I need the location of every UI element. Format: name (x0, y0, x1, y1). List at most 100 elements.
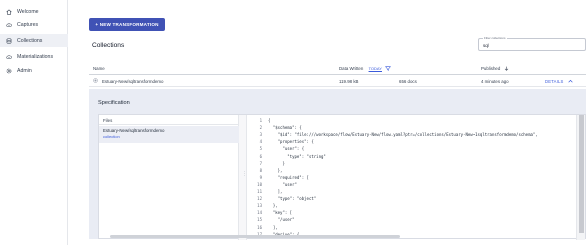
code-line: 14 "key": [ (248, 210, 578, 216)
code-text: "properties": { (268, 139, 314, 145)
code-line: 5 "user": { (248, 146, 578, 152)
published-label: Published (481, 66, 501, 71)
sidebar-item-label: Captures (17, 21, 39, 28)
gear-icon (6, 68, 12, 74)
line-number: 8 (259, 167, 262, 173)
code-line: 12 "type": "object" (248, 196, 578, 202)
details-button[interactable]: DETAILS (545, 79, 573, 84)
table-header: Name Data Written TODAY Published (89, 61, 586, 75)
details-panel: Specification Files Estuary-New/sqltrans… (89, 89, 586, 240)
filter-icon[interactable] (383, 66, 392, 71)
code-editor[interactable]: 1{2 "$schema": {3 "$id": "file:///worksp… (248, 115, 578, 240)
line-number: 7 (259, 160, 262, 166)
line-number: 11 (257, 189, 262, 194)
code-line: 8 }, (248, 168, 578, 174)
row-docs: 656 docs (399, 79, 417, 84)
chevron-up-icon (565, 79, 573, 84)
sidebar-item-captures[interactable]: Captures (0, 18, 68, 31)
code-line: 1{ (248, 118, 578, 124)
line-number: 13 (257, 203, 262, 209)
line-number: 1 (259, 118, 262, 123)
details-label: DETAILS (545, 79, 564, 84)
code-text: "$schema": { (268, 125, 302, 131)
specification-title: Specification (98, 100, 130, 106)
code-line: 2 "$schema": { (248, 125, 578, 131)
line-number: 14 (257, 210, 262, 216)
code-text: { (268, 118, 271, 123)
line-number: 16 (257, 224, 262, 230)
cloud-download-icon (6, 54, 12, 60)
code-line: 15 "/user" (248, 217, 578, 223)
horizontal-scrollbar[interactable] (110, 235, 400, 238)
row-data-written: 119.98 kB (339, 79, 359, 84)
sidebar-item-label: Collections (17, 37, 43, 44)
sidebar-item-collections[interactable]: Collections (0, 34, 68, 47)
code-text: "type": "string" (268, 153, 326, 159)
column-header-published[interactable]: Published (481, 66, 509, 71)
pane-splitter[interactable]: ⋮ (239, 115, 247, 240)
sidebar-item-label: Welcome (17, 8, 39, 15)
line-number: 3 (259, 132, 262, 138)
page-title: Collections (92, 42, 125, 49)
sidebar-item-label: Admin (17, 67, 32, 74)
file-name: Estuary-New/sqltransformdemo (103, 128, 165, 133)
drag-handle-icon[interactable]: ⋮ (242, 171, 247, 177)
table-row[interactable]: Estuary-New/sqltransformdemo 119.98 kB 6… (89, 76, 586, 87)
line-number: 6 (259, 153, 262, 159)
code-line: 13 }, (248, 203, 578, 209)
database-icon (6, 37, 12, 44)
file-type: collection (103, 134, 120, 139)
code-text: "type": "object" (268, 196, 317, 202)
row-name: Estuary-New/sqltransformdemo (102, 79, 164, 84)
code-text: "key": [ (268, 210, 293, 216)
filter-label: Filter collections (483, 36, 507, 40)
column-header-data-written: Data Written TODAY (339, 66, 392, 71)
line-number: 10 (257, 181, 262, 187)
code-text: }, (268, 167, 283, 173)
line-number: 2 (259, 125, 262, 131)
cloud-upload-icon (6, 22, 12, 28)
code-text: ], (268, 189, 283, 194)
code-line: 3 "$id": "file:///workspace/flow/Estuary… (248, 132, 578, 138)
sidebar-item-admin[interactable]: Admin (0, 64, 68, 77)
today-link[interactable]: TODAY (369, 66, 382, 71)
scrollbar-thumb[interactable] (579, 115, 584, 233)
filter-collections-field[interactable]: Filter collections sql (478, 36, 586, 51)
code-line: 7 } (248, 161, 578, 167)
line-number: 4 (259, 139, 262, 145)
arrow-down-icon (502, 66, 509, 71)
files-pane: Files Estuary-New/sqltransformdemo colle… (99, 115, 239, 240)
app-root: Welcome Captures Collections Materializa… (0, 0, 586, 245)
code-line: 6 "type": "string" (248, 154, 578, 160)
code-line: 4 "properties": { (248, 139, 578, 145)
code-line: 11 ], (248, 189, 578, 195)
code-text: "required": [ (268, 174, 309, 180)
status-dot-icon (93, 78, 98, 84)
main-content: + NEW TRANSFORMATION Collections Filter … (68, 0, 586, 245)
specification-card: Files Estuary-New/sqltransformdemo colle… (98, 114, 586, 240)
code-text: "$id": "file:///workspace/flow/Estuary-N… (268, 132, 538, 138)
code-text: } (268, 160, 285, 166)
code-line: 9 "required": [ (248, 175, 578, 181)
code-text: }, (268, 203, 278, 209)
code-text: ], (268, 224, 278, 230)
row-published: 4 minutes ago (481, 79, 509, 84)
column-header-name[interactable]: Name (93, 66, 105, 71)
file-list-item[interactable]: Estuary-New/sqltransformdemo collection (99, 126, 239, 143)
line-number: 9 (259, 174, 262, 180)
home-icon (6, 9, 12, 15)
code-text: "user" (268, 181, 297, 187)
new-transformation-button[interactable]: + NEW TRANSFORMATION (89, 18, 165, 31)
files-header: Files (99, 115, 239, 125)
sidebar-item-label: Materializations (17, 53, 54, 60)
sidebar-item-welcome[interactable]: Welcome (0, 5, 68, 18)
sidebar: Welcome Captures Collections Materializa… (0, 0, 68, 245)
line-number: 12 (257, 196, 262, 202)
vertical-scrollbar[interactable] (576, 115, 585, 240)
line-number: 5 (259, 146, 262, 152)
sidebar-item-materializations[interactable]: Materializations (0, 50, 68, 63)
data-written-label: Data Written (339, 66, 364, 71)
code-text: "user": { (268, 146, 305, 152)
filter-input-value[interactable]: sql (483, 43, 489, 48)
code-line: 16 ], (248, 225, 578, 231)
